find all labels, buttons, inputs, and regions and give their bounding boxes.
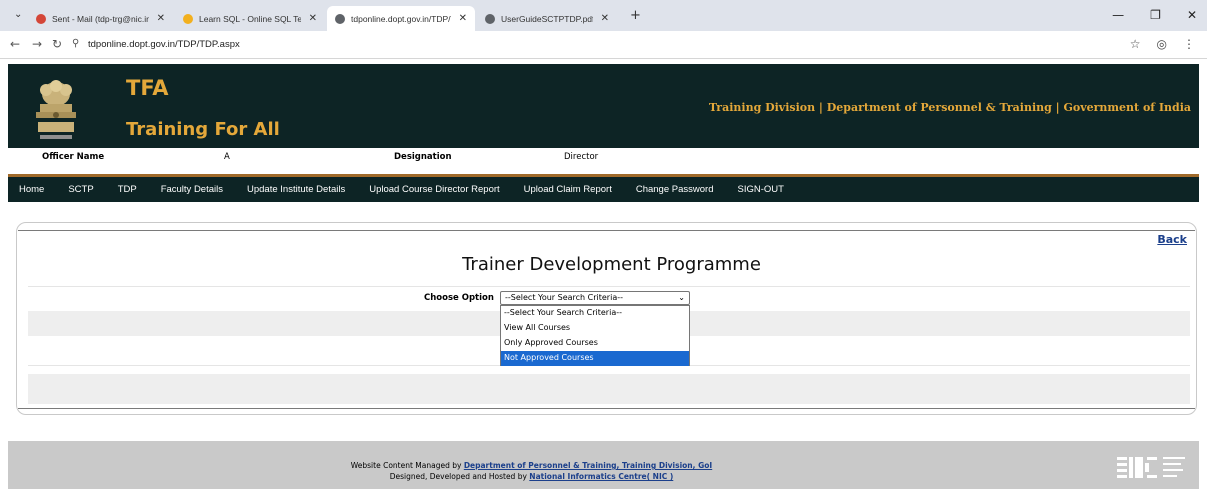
browser-tab-pdf[interactable]: UserGuideSCTPTDP.pdf ✕ [477,6,617,31]
url-field[interactable]: tdponline.dopt.gov.in/TDP/TDP.aspx [88,39,240,50]
brand-subtitle: Training For All [126,119,280,140]
search-criteria-select[interactable]: --Select Your Search Criteria-- ⌄ [500,291,690,305]
search-criteria-dropdown: --Select Your Search Criteria-- View All… [500,305,690,366]
officer-name-value: A [224,152,230,162]
dropdown-option-only-approved-courses[interactable]: Only Approved Courses [501,336,689,351]
department-line: Training Division | Department of Person… [708,101,1191,114]
main-menu: Home SCTP TDP Faculty Details Update Ins… [8,177,1199,202]
site-header: TFA Training For All Training Division |… [8,64,1199,148]
globe-favicon-icon [335,13,345,24]
page-title: Trainer Development Programme [462,254,761,275]
menu-tdp[interactable]: TDP [106,184,149,195]
panel-bottom-border [18,408,1195,409]
brand-title: TFA [126,76,169,100]
dopt-link[interactable]: Department of Personnel & Training, Trai… [464,461,712,470]
choose-option-label: Choose Option [424,293,494,303]
footer-designed-text: Designed, Developed and Hosted by [389,472,530,481]
browser-actions: ☆ ◎ ⋮ [1130,37,1195,51]
close-icon[interactable]: ✕ [601,13,609,24]
officer-name-label: Officer Name [42,152,105,162]
browser-tab-mail[interactable]: Sent - Mail (tdp-trg@nic.in) ✕ [28,6,173,31]
sql-favicon-icon [183,13,193,24]
menu-change-password[interactable]: Change Password [624,184,726,195]
national-emblem-icon [28,74,84,144]
close-icon[interactable]: ✕ [459,13,467,24]
window-controls: — ❐ ✕ [1112,8,1197,22]
panel-top-border [18,230,1195,231]
dropdown-option-select-criteria[interactable]: --Select Your Search Criteria-- [501,306,689,321]
close-icon[interactable]: ✕ [309,13,317,24]
form-row [28,374,1190,404]
tab-search-chevron-icon[interactable]: ⌄ [14,9,22,20]
designation-label: Designation [394,152,452,162]
tab-label: tdponline.dopt.gov.in/TDP/TDF [351,13,451,24]
officer-info-row: Officer Name A Designation Director [8,148,1199,174]
bookmark-star-icon[interactable]: ☆ [1130,37,1141,51]
select-value: --Select Your Search Criteria-- [505,293,623,302]
browser-tab-sql[interactable]: Learn SQL - Online SQL Termin ✕ [175,6,325,31]
nic-link[interactable]: National Informatics Centre( NIC ) [529,472,673,481]
profile-icon[interactable]: ◎ [1157,37,1167,51]
forward-arrow-icon[interactable]: → [32,37,42,51]
menu-home[interactable]: Home [8,184,56,195]
close-icon[interactable]: ✕ [157,13,165,24]
nic-logo-icon [1117,457,1185,478]
site-info-icon[interactable]: ⚲ [72,38,79,49]
footer-managed-text: Website Content Managed by [350,461,464,470]
globe-favicon-icon [485,13,495,24]
menu-upload-claim-report[interactable]: Upload Claim Report [512,184,624,195]
mail-favicon-icon [36,13,46,24]
footer-line-designed-by: Designed, Developed and Hosted by Nation… [8,472,1055,481]
site-footer: Website Content Managed by Department of… [8,441,1199,489]
minimize-icon[interactable]: — [1112,8,1124,22]
chevron-down-icon: ⌄ [678,293,685,302]
footer-line-content-managed: Website Content Managed by Department of… [8,461,1055,470]
restore-icon[interactable]: ❐ [1150,8,1161,22]
tab-label: UserGuideSCTPTDP.pdf [501,13,593,24]
tab-label: Learn SQL - Online SQL Termin [199,13,301,24]
window-close-icon[interactable]: ✕ [1187,8,1197,22]
browser-tab-tdp[interactable]: tdponline.dopt.gov.in/TDP/TDF ✕ [327,6,475,31]
browser-address-bar: ← → ↻ ⚲ tdponline.dopt.gov.in/TDP/TDP.as… [0,31,1207,59]
dropdown-option-view-all-courses[interactable]: View All Courses [501,321,689,336]
menu-upload-course-director-report[interactable]: Upload Course Director Report [357,184,511,195]
menu-sign-out[interactable]: SIGN-OUT [725,184,795,195]
reload-icon[interactable]: ↻ [52,37,62,51]
designation-value: Director [564,152,599,162]
menu-faculty-details[interactable]: Faculty Details [149,184,235,195]
browser-tab-bar: ⌄ Sent - Mail (tdp-trg@nic.in) ✕ Learn S… [0,0,1207,31]
more-menu-icon[interactable]: ⋮ [1183,37,1195,51]
menu-sctp[interactable]: SCTP [56,184,105,195]
new-tab-plus-icon[interactable]: + [630,8,641,23]
back-link[interactable]: Back [1157,233,1187,246]
dropdown-option-not-approved-courses[interactable]: Not Approved Courses [501,351,689,366]
menu-update-institute-details[interactable]: Update Institute Details [235,184,357,195]
tab-label: Sent - Mail (tdp-trg@nic.in) [52,13,149,24]
back-arrow-icon[interactable]: ← [10,37,20,51]
